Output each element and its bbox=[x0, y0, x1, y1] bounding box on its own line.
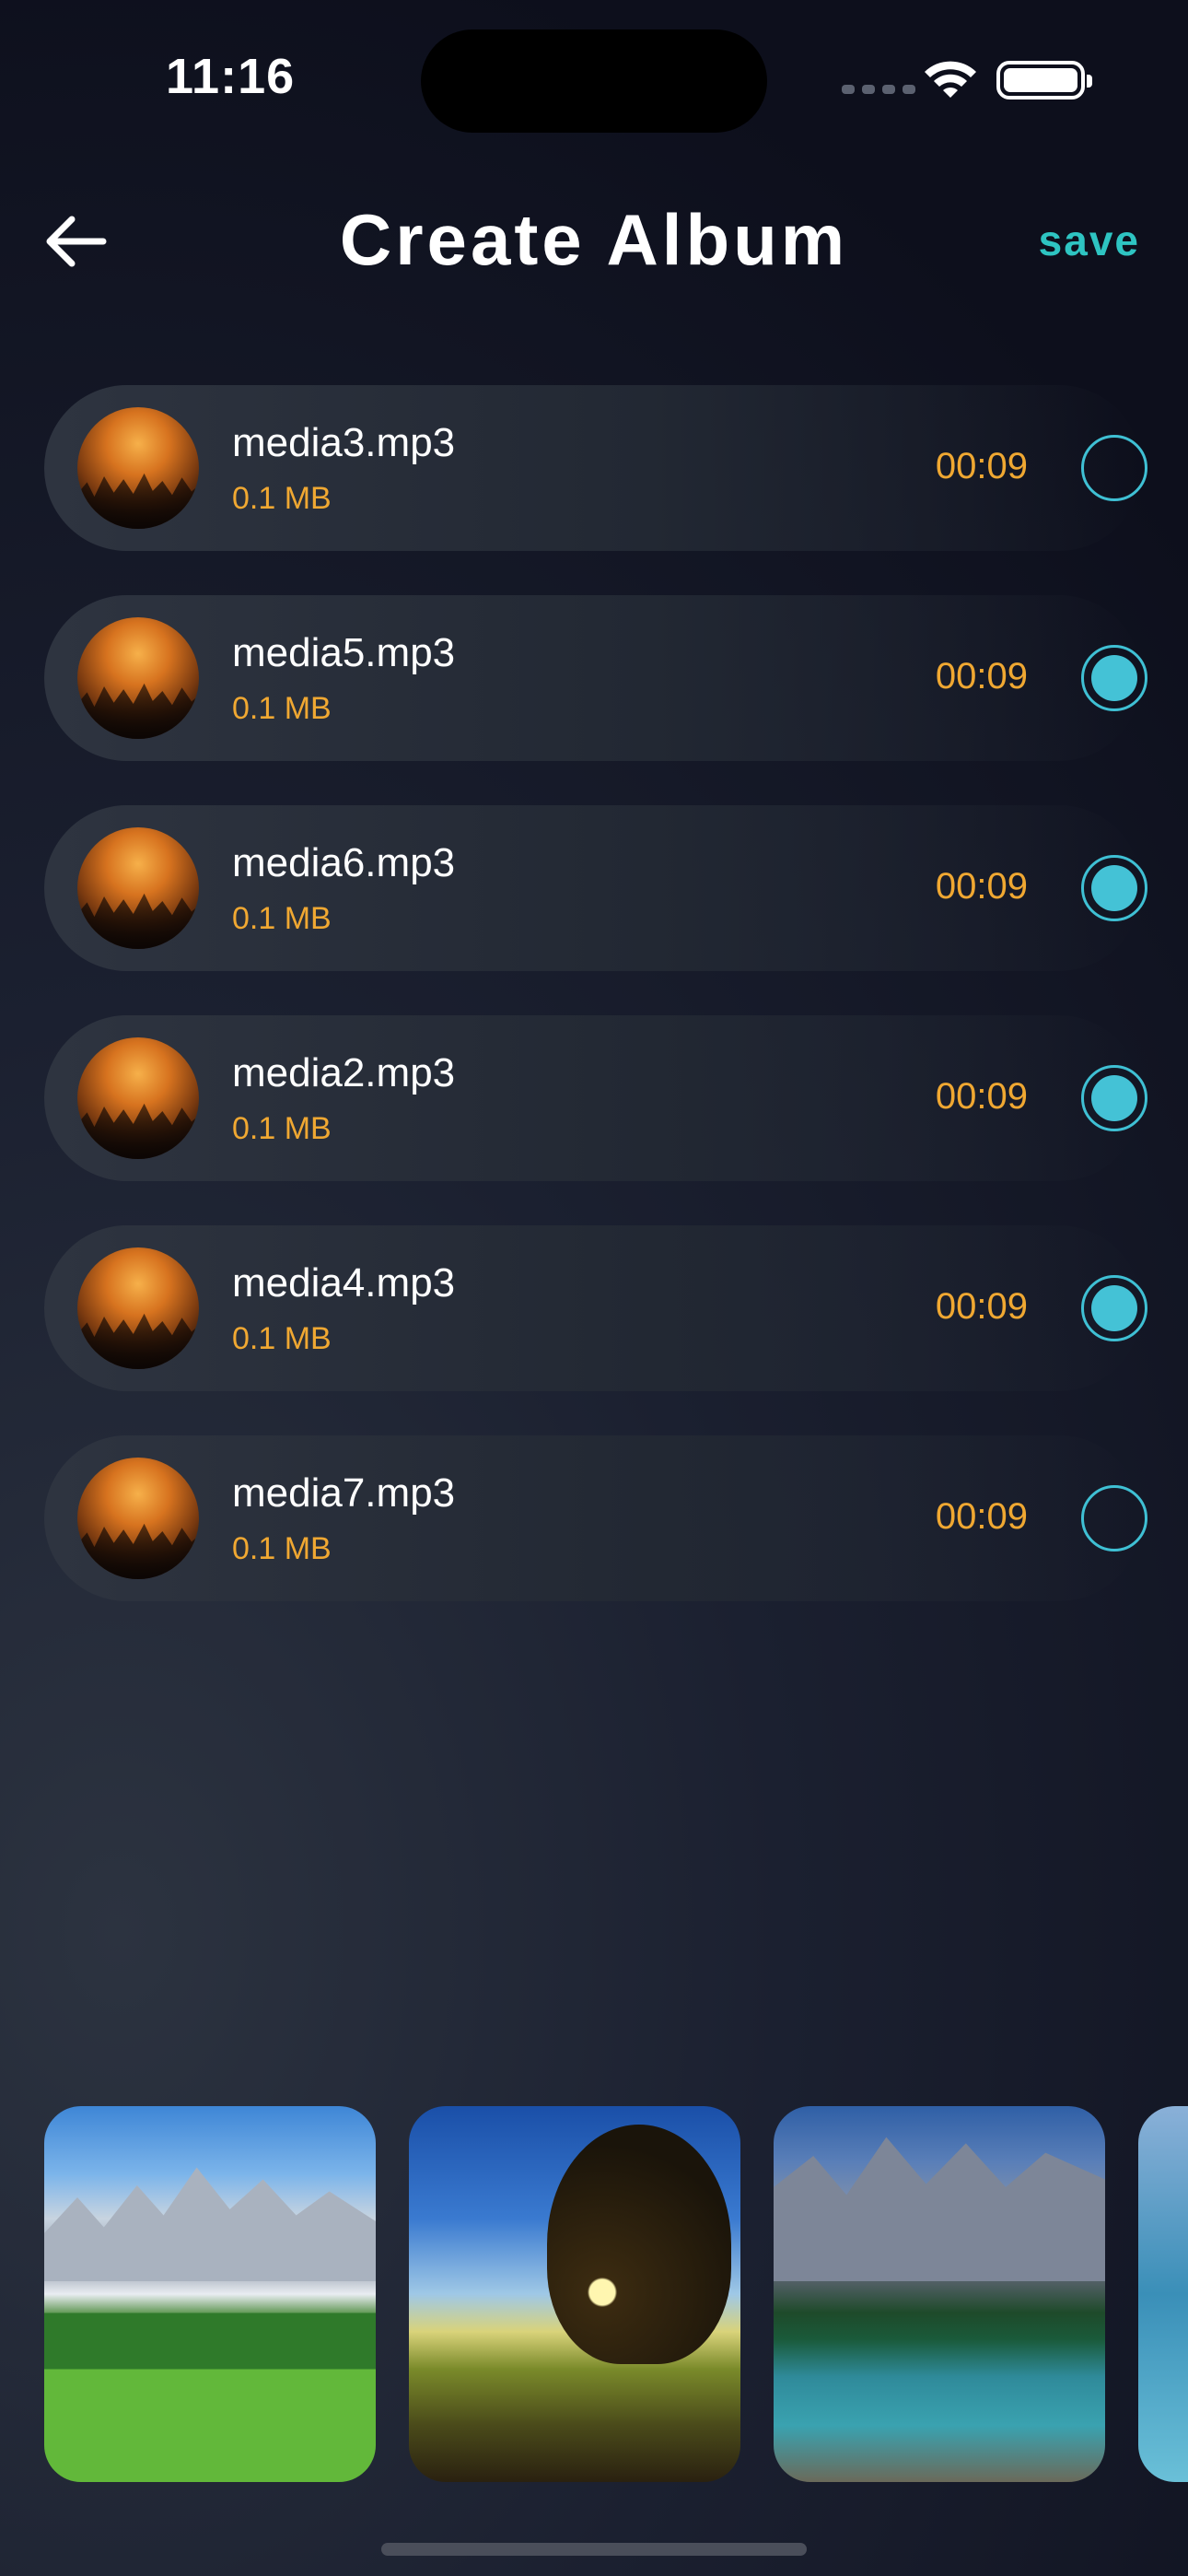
select-radio[interactable] bbox=[1081, 855, 1147, 921]
media-duration: 00:09 bbox=[935, 1286, 1028, 1327]
list-item[interactable]: media4.mp3 0.1 MB 00:09 bbox=[44, 1225, 1147, 1391]
list-item[interactable]: media2.mp3 0.1 MB 00:09 bbox=[44, 1015, 1147, 1181]
cellular-signal-icon bbox=[842, 85, 915, 94]
media-duration: 00:09 bbox=[935, 446, 1028, 486]
page-title: Create Album bbox=[339, 199, 849, 280]
media-size: 0.1 MB bbox=[232, 901, 332, 936]
mountain-lake-photo[interactable] bbox=[774, 2106, 1105, 2482]
status-time: 11:16 bbox=[166, 49, 296, 104]
media-size: 0.1 MB bbox=[232, 1531, 332, 1566]
media-list: media3.mp3 0.1 MB 00:09 media5.mp3 0.1 M… bbox=[44, 385, 1147, 1645]
album-art-thumbnail bbox=[77, 827, 199, 949]
select-radio[interactable] bbox=[1081, 435, 1147, 501]
media-size: 0.1 MB bbox=[232, 1111, 332, 1146]
media-name: media2.mp3 bbox=[232, 1050, 456, 1095]
album-art-thumbnail bbox=[77, 617, 199, 739]
select-radio[interactable] bbox=[1081, 1065, 1147, 1131]
wifi-icon bbox=[925, 61, 976, 98]
album-art-thumbnail bbox=[77, 1037, 199, 1159]
list-item[interactable]: media5.mp3 0.1 MB 00:09 bbox=[44, 595, 1147, 761]
list-item[interactable]: media3.mp3 0.1 MB 00:09 bbox=[44, 385, 1147, 551]
select-radio[interactable] bbox=[1081, 645, 1147, 711]
media-name: media6.mp3 bbox=[232, 840, 456, 885]
media-duration: 00:09 bbox=[935, 1496, 1028, 1537]
select-radio[interactable] bbox=[1081, 1275, 1147, 1341]
media-name: media7.mp3 bbox=[232, 1470, 456, 1516]
home-indicator bbox=[381, 2543, 807, 2556]
cover-photo-carousel[interactable] bbox=[44, 2106, 1188, 2484]
dynamic-island bbox=[421, 29, 767, 133]
list-item[interactable]: media6.mp3 0.1 MB 00:09 bbox=[44, 805, 1147, 971]
sunset-road-photo[interactable] bbox=[409, 2106, 740, 2482]
list-item[interactable]: media7.mp3 0.1 MB 00:09 bbox=[44, 1435, 1147, 1601]
media-duration: 00:09 bbox=[935, 1076, 1028, 1117]
media-duration: 00:09 bbox=[935, 866, 1028, 907]
media-size: 0.1 MB bbox=[232, 481, 332, 516]
battery-icon bbox=[996, 61, 1092, 100]
media-size: 0.1 MB bbox=[232, 691, 332, 726]
media-duration: 00:09 bbox=[935, 656, 1028, 697]
select-radio[interactable] bbox=[1081, 1485, 1147, 1551]
save-button[interactable]: save bbox=[1039, 216, 1140, 265]
album-art-thumbnail bbox=[77, 1247, 199, 1369]
album-art-thumbnail bbox=[77, 407, 199, 529]
media-name: media5.mp3 bbox=[232, 630, 456, 675]
media-name: media3.mp3 bbox=[232, 420, 456, 465]
partial-photo[interactable] bbox=[1138, 2106, 1188, 2482]
mountain-village-photo[interactable] bbox=[44, 2106, 376, 2482]
media-name: media4.mp3 bbox=[232, 1260, 456, 1306]
media-size: 0.1 MB bbox=[232, 1321, 332, 1356]
album-art-thumbnail bbox=[77, 1458, 199, 1579]
